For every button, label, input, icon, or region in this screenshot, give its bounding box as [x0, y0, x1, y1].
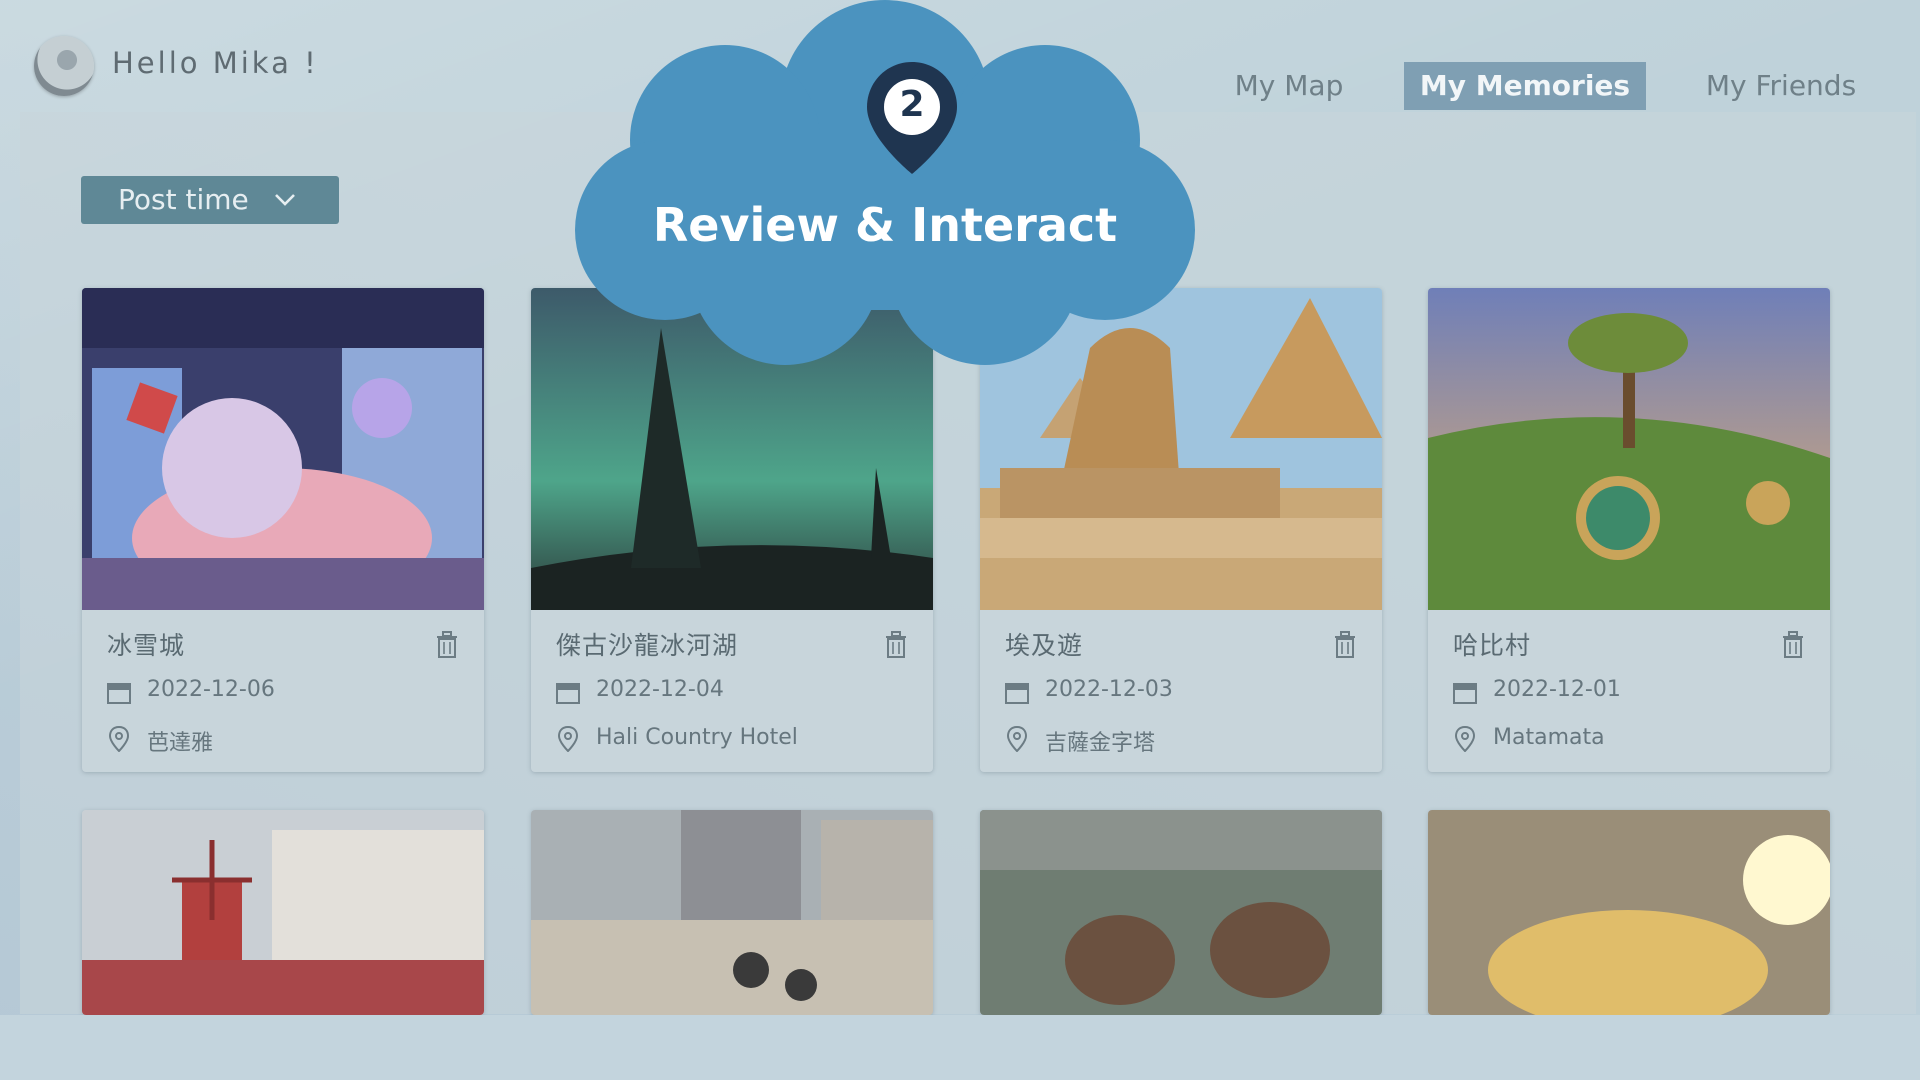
greeting-text: Hello Mika !	[112, 46, 319, 80]
footer-band	[0, 1015, 1920, 1080]
chevron-down-icon	[275, 194, 295, 206]
memory-title: 埃及遊	[1005, 631, 1084, 660]
calendar-icon	[556, 683, 580, 704]
location-pin-icon	[1455, 726, 1475, 752]
location-pin-icon	[1007, 726, 1027, 752]
calendar-icon	[107, 683, 131, 704]
memory-date: 2022-12-01	[1493, 677, 1621, 702]
trash-icon[interactable]	[1780, 629, 1806, 659]
sort-label: Post time	[118, 183, 249, 216]
memory-card[interactable]: 冰雪城 2022-12-06 芭達雅	[82, 288, 484, 772]
nav-my-memories[interactable]: My Memories	[1404, 62, 1646, 110]
memory-date: 2022-12-06	[147, 677, 275, 702]
memory-title: 哈比村	[1453, 631, 1532, 660]
calendar-icon	[1005, 683, 1029, 704]
location-pin-icon	[558, 726, 578, 752]
memory-photo[interactable]	[531, 810, 933, 1015]
callout-cloud	[575, 0, 1195, 365]
memory-date: 2022-12-04	[596, 677, 724, 702]
user-avatar[interactable]	[34, 36, 94, 96]
memory-card[interactable]	[1428, 810, 1830, 1015]
memory-photo[interactable]	[1428, 288, 1830, 610]
step-number: 2	[899, 84, 925, 125]
memory-location: 吉薩金字塔	[1045, 731, 1156, 756]
nav-my-friends[interactable]: My Friends	[1696, 62, 1866, 110]
calendar-icon	[1453, 683, 1477, 704]
trash-icon[interactable]	[434, 629, 460, 659]
trash-icon[interactable]	[1332, 629, 1358, 659]
memory-location: Hali Country Hotel	[596, 725, 798, 750]
sort-dropdown[interactable]: Post time	[81, 176, 339, 224]
memory-photo[interactable]	[82, 288, 484, 610]
memory-title: 冰雪城	[107, 631, 186, 660]
memory-photo[interactable]	[1428, 810, 1830, 1015]
memory-location: Matamata	[1493, 725, 1605, 750]
memory-photo[interactable]	[82, 810, 484, 1015]
memory-card[interactable]	[82, 810, 484, 1015]
callout-title: Review & Interact	[652, 198, 1118, 252]
memory-date: 2022-12-03	[1045, 677, 1173, 702]
location-pin-icon	[109, 726, 129, 752]
memory-card[interactable]	[531, 810, 933, 1015]
memory-photo[interactable]	[980, 810, 1382, 1015]
memory-card[interactable]	[980, 810, 1382, 1015]
memory-location: 芭達雅	[147, 731, 214, 756]
nav-my-map[interactable]: My Map	[1224, 62, 1354, 110]
memory-card[interactable]: 哈比村 2022-12-01 Matamata	[1428, 288, 1830, 772]
memory-title: 傑古沙龍冰河湖	[556, 631, 739, 660]
trash-icon[interactable]	[883, 629, 909, 659]
